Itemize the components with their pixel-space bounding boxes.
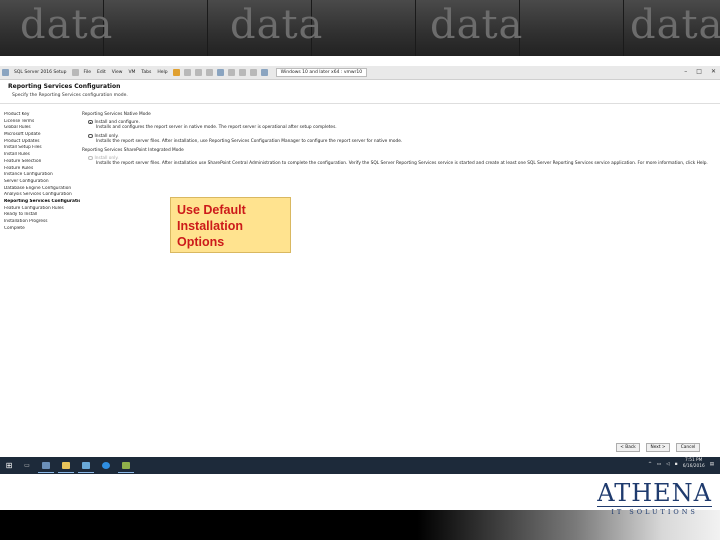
view-icon[interactable] [249,69,257,76]
notifications-icon[interactable]: ▤ [710,462,714,467]
language-icon[interactable]: ▪ [675,462,678,467]
callout-text: Use Default Installation Options [177,203,246,249]
pin-icon[interactable] [71,69,79,76]
banner-word: data [230,2,324,48]
unity-icon[interactable] [227,69,235,76]
dialog-buttons: < Back Next > Cancel [616,443,700,452]
sql-setup-icon[interactable] [118,459,134,473]
nav-item-ready-to-install[interactable]: Ready to Install [4,212,80,219]
app-icon [2,69,9,76]
clock[interactable]: 7:51 PM 6/16/2016 [683,458,705,470]
sp-install-only-desc: Installs the report server files. After … [96,161,708,166]
sp-install-only-label: Install only. [94,155,119,161]
revert-icon[interactable] [194,69,202,76]
volume-icon[interactable]: ◁ [666,462,669,467]
start-icon[interactable]: ⊞ [0,457,18,474]
taskbar-app-icon[interactable] [38,459,54,473]
manage-snapshots-icon[interactable] [205,69,213,76]
app-title: SQL Server 2016 Setup [14,70,67,75]
nav-item-instance-configuration[interactable]: Instance Configuration [4,172,80,179]
dialog-content: Reporting Services Native Mode Install a… [82,112,712,167]
menu-view[interactable]: View [112,70,123,75]
banner-word: data [630,2,720,48]
radio-disabled-icon [88,155,93,161]
nav-item-feature-rules[interactable]: Feature Rules [4,166,80,173]
edge-icon[interactable] [98,459,114,473]
banner-word: data [20,2,114,48]
nav-item-installation-progress[interactable]: Installation Progress [4,219,80,226]
install-configure-label: Install and configure. [94,119,140,125]
menu-tabs[interactable]: Tabs [141,70,151,75]
nav-item-install-setup-files[interactable]: Install Setup Files [4,145,80,152]
nav-item-reporting-services-configuration[interactable]: Reporting Services Configuratio... [4,199,80,206]
nav-item-install-rules[interactable]: Install Rules [4,152,80,159]
cancel-button[interactable]: Cancel [676,443,700,452]
close-icon[interactable]: ✕ [711,68,716,75]
menu-edit[interactable]: Edit [97,70,106,75]
taskbar-app-icon[interactable] [78,459,94,473]
clock-date: 6/16/2016 [682,464,705,469]
next-button[interactable]: Next > [646,443,670,452]
maximize-icon[interactable]: □ [696,68,702,75]
nav-item-complete[interactable]: Complete [4,226,80,233]
nav-item-server-configuration[interactable]: Server Configuration [4,179,80,186]
radio-selected-icon[interactable] [88,119,93,125]
fullscreen-icon[interactable] [216,69,224,76]
windows-taskbar: ⊞ ▭ ^ ▭ ◁ ▪ 7:51 PM 6/16/2016 ▤ [0,457,720,474]
menu-vm[interactable]: VM [128,70,135,75]
nav-item-global-rules[interactable]: Global Rules [4,125,80,132]
window-controls: – □ ✕ [684,68,716,75]
vm-tab[interactable]: Windows 10 and later x64 : vmwr10 [275,68,368,77]
radio-icon[interactable] [88,133,93,139]
dialog-title: Reporting Services Configuration [8,83,121,90]
nav-item-license-terms[interactable]: License Terms [4,119,80,126]
dialog-header: Reporting Services Configuration Specify… [0,80,720,104]
install-only-label: Install only. [94,133,119,139]
menu-file[interactable]: File [84,70,92,75]
nav-item-feature-configuration-rules[interactable]: Feature Configuration Rules [4,206,80,213]
dialog-subtitle: Specify the Reporting Services configura… [12,93,128,98]
athena-logo: ATHENA IT SOLUTIONS [597,480,712,516]
system-tray: ^ ▭ ◁ ▪ 7:51 PM 6/16/2016 ▤ [648,458,714,470]
sharepoint-mode-heading: Reporting Services SharePoint Integrated… [82,148,184,153]
task-view-icon[interactable]: ▭ [18,457,36,474]
home-icon[interactable] [260,69,268,76]
file-explorer-icon[interactable] [58,459,74,473]
console-icon[interactable] [238,69,246,76]
banner-word: data [430,2,524,48]
nav-item-database-engine-configuration[interactable]: Database Engine Configuration [4,186,80,193]
nav-item-feature-selection[interactable]: Feature Selection [4,159,80,166]
network-icon[interactable]: ▭ [657,462,661,467]
chevron-up-icon[interactable]: ^ [648,462,652,467]
back-button[interactable]: < Back [616,443,640,452]
callout-box: Use Default Installation Options [170,197,291,253]
vm-toolbar: SQL Server 2016 Setup File Edit View VM … [0,66,720,80]
pause-icon[interactable] [172,69,180,76]
logo-tagline: IT SOLUTIONS [597,506,712,516]
nav-item-analysis-services-configuration[interactable]: Analysis Services Configuration [4,192,80,199]
minimize-icon[interactable]: – [684,68,687,75]
native-mode-heading: Reporting Services Native Mode [82,112,151,117]
menu-help[interactable]: Help [157,70,167,75]
nav-item-microsoft-update[interactable]: Microsoft Update [4,132,80,139]
nav-item-product-updates[interactable]: Product Updates [4,139,80,146]
snapshot-icon[interactable] [183,69,191,76]
nav-item-product-key[interactable]: Product Key [4,112,80,119]
setup-steps-nav: Product Key License Terms Global Rules M… [4,112,80,232]
setup-window: SQL Server 2016 Setup File Edit View VM … [0,66,720,474]
header-banner: data data data data [0,0,720,56]
logo-name: ATHENA [597,479,712,507]
